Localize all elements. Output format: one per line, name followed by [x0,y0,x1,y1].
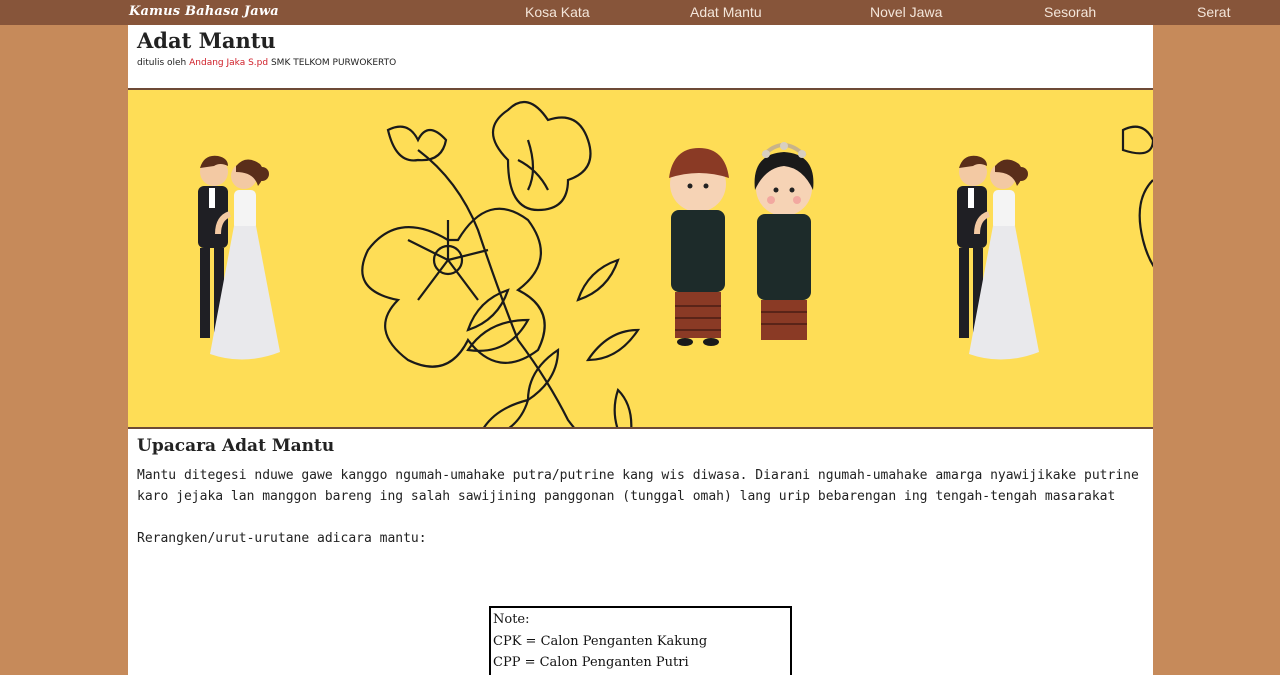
top-navbar: Kamus Bahasa Jawa Kosa Kata Adat Mantu N… [0,0,1280,25]
main-content: Adat Mantu ditulis oleh Andang Jaka S.pd… [128,25,1153,675]
flower-line-art-icon [1121,125,1153,268]
hero-banner [128,88,1153,429]
nav-link-novel-jawa[interactable]: Novel Jawa [870,4,942,20]
nav-link-serat[interactable]: Serat [1197,4,1230,20]
page-title: Adat Mantu [137,28,276,53]
wedding-couple-icon [957,155,1039,360]
brand-logo-link[interactable]: Kamus Bahasa Jawa [129,4,279,19]
banner-illustration [198,100,1153,427]
flower-line-art-icon [361,100,641,427]
section-title: Upacara Adat Mantu [137,436,335,456]
javanese-couple-icon [669,142,814,346]
nav-link-sesorah[interactable]: Sesorah [1044,4,1096,20]
wedding-couple-icon [198,155,280,360]
note-box: Note: CPK = Calon Penganten Kakung CPP =… [489,606,792,675]
byline-prefix: ditulis oleh [137,58,187,68]
note-heading: Note: [493,612,530,627]
school-name: SMK TELKOM PURWOKERTO [270,58,397,68]
note-line-cpp: CPP = Calon Penganten Putri [493,655,689,670]
intro-paragraph: Mantu ditegesi nduwe gawe kanggo ngumah-… [137,468,1139,504]
byline: ditulis oleh Andang Jaka S.pd SMK TELKOM… [137,58,396,68]
nav-link-kosa-kata[interactable]: Kosa Kata [525,4,590,20]
list-intro: Rerangken/urut-urutane adicara mantu: [137,531,427,546]
nav-link-adat-mantu[interactable]: Adat Mantu [690,4,762,20]
author-link[interactable]: Andang Jaka S.pd [189,58,268,68]
note-line-cpk: CPK = Calon Penganten Kakung [493,633,708,649]
